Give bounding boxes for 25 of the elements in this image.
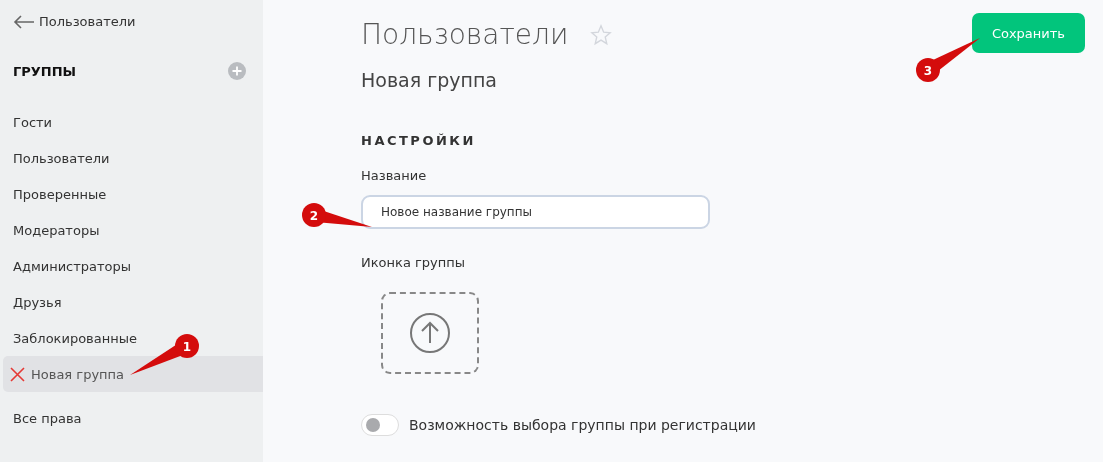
toggle-label: Возможность выбора группы при регистрации [409,417,756,433]
section-title: ГРУППЫ [13,63,77,79]
sidebar-item[interactable]: Друзья [0,284,62,320]
page-title: Пользователи [361,18,569,51]
page-subtitle: Новая группа [361,69,498,91]
field-label: Название [361,168,427,183]
toggle-switch[interactable] [361,414,399,436]
sidebar-item[interactable]: Пользователи [0,140,110,176]
upload-icon [409,312,451,354]
sidebar-item[interactable]: Гости [0,104,53,140]
sidebar-item[interactable]: Все права [0,400,263,436]
star-icon[interactable] [590,23,613,46]
sidebar-item[interactable]: Заблокированные [0,320,137,356]
sidebar-item[interactable]: Модераторы [0,212,100,248]
icon-upload-area[interactable] [381,292,479,374]
back-arrow-icon [13,14,35,29]
section-heading: НАСТРОЙКИ [361,133,476,148]
sidebar-item[interactable]: Новая группа [3,356,263,392]
add-icon[interactable] [228,62,246,80]
name-input-field[interactable]: Новое название группы [361,195,710,229]
sidebar-item[interactable]: Проверенные [0,176,107,212]
back-link[interactable]: Пользователи [0,14,263,29]
delete-icon[interactable] [10,366,25,382]
field-label: Иконка группы [361,255,466,270]
sidebar-item[interactable]: Администраторы [0,248,132,284]
